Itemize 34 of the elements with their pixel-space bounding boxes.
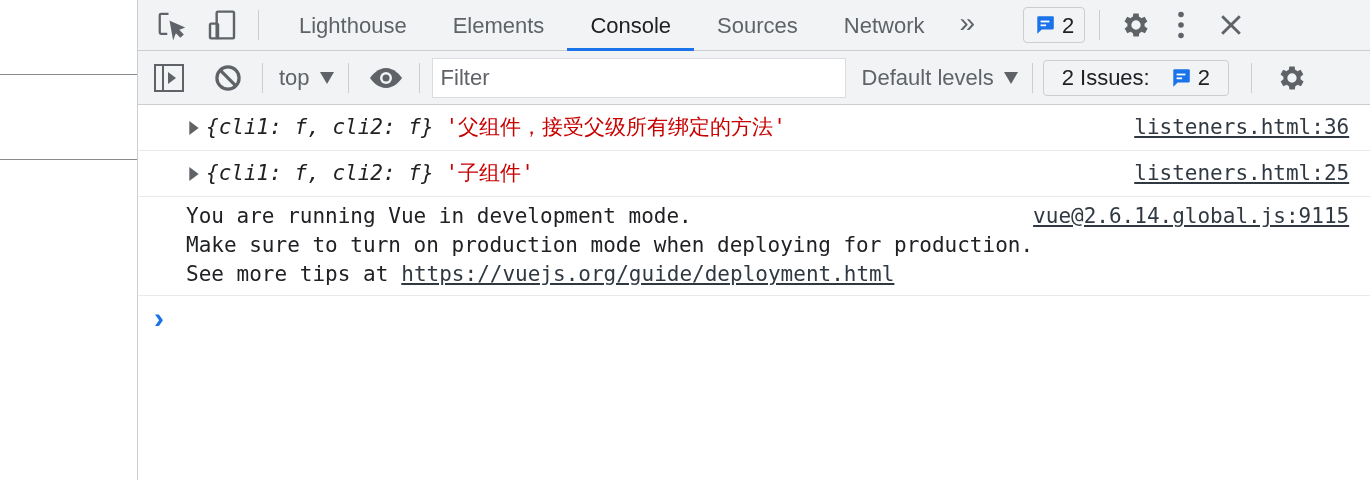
panel-tab[interactable]: Sources xyxy=(694,0,821,51)
log-string: '父组件，接受父级所有绑定的方法' xyxy=(445,113,786,141)
log-string: '子组件' xyxy=(445,159,534,187)
panel-tab[interactable]: Elements xyxy=(429,0,568,51)
panel-tab[interactable]: Lighthouse xyxy=(276,0,430,51)
docs-link[interactable]: https://vuejs.org/guide/deployment.html xyxy=(401,260,895,289)
source-link[interactable]: vue@2.6.14.global.js:9115 xyxy=(1033,202,1350,231)
context-selector[interactable]: top xyxy=(279,61,334,94)
object-preview[interactable]: {cli1: f, cli2: f} xyxy=(206,157,434,190)
more-options-icon[interactable] xyxy=(1177,11,1186,39)
console-prompt[interactable]: › xyxy=(154,303,164,333)
sidebar-toggle-icon[interactable] xyxy=(154,63,184,92)
message-icon xyxy=(1034,14,1057,36)
more-tabs-button[interactable]: » xyxy=(959,2,976,48)
dropdown-caret-icon xyxy=(1003,71,1018,84)
log-text: You are running Vue in development mode. xyxy=(186,203,693,230)
expand-triangle-icon[interactable] xyxy=(188,166,200,181)
source-link[interactable]: listeners.html:36 xyxy=(1134,111,1350,144)
inspect-icon[interactable] xyxy=(156,10,186,40)
panel-tab[interactable]: Network xyxy=(820,0,948,51)
messages-badge[interactable]: 2 xyxy=(1023,7,1086,43)
filter-field[interactable]: Filter xyxy=(431,57,846,98)
object-preview[interactable]: {cli1: f, cli2: f} xyxy=(206,111,434,144)
device-toolbar-icon[interactable] xyxy=(206,9,238,41)
clear-console-icon[interactable] xyxy=(214,63,242,92)
source-link[interactable]: listeners.html:25 xyxy=(1134,157,1350,190)
log-levels-dropdown[interactable]: Default levels xyxy=(861,61,1018,94)
close-icon[interactable] xyxy=(1220,14,1243,36)
issues-button[interactable]: 2 Issues: 2 xyxy=(1042,59,1229,96)
expand-triangle-icon[interactable] xyxy=(188,120,200,135)
log-text: Make sure to turn on production mode when deploying for production. xyxy=(186,232,1034,259)
dropdown-caret-icon xyxy=(319,71,334,84)
eye-icon[interactable] xyxy=(368,66,403,89)
log-text: See more tips at xyxy=(186,261,389,288)
